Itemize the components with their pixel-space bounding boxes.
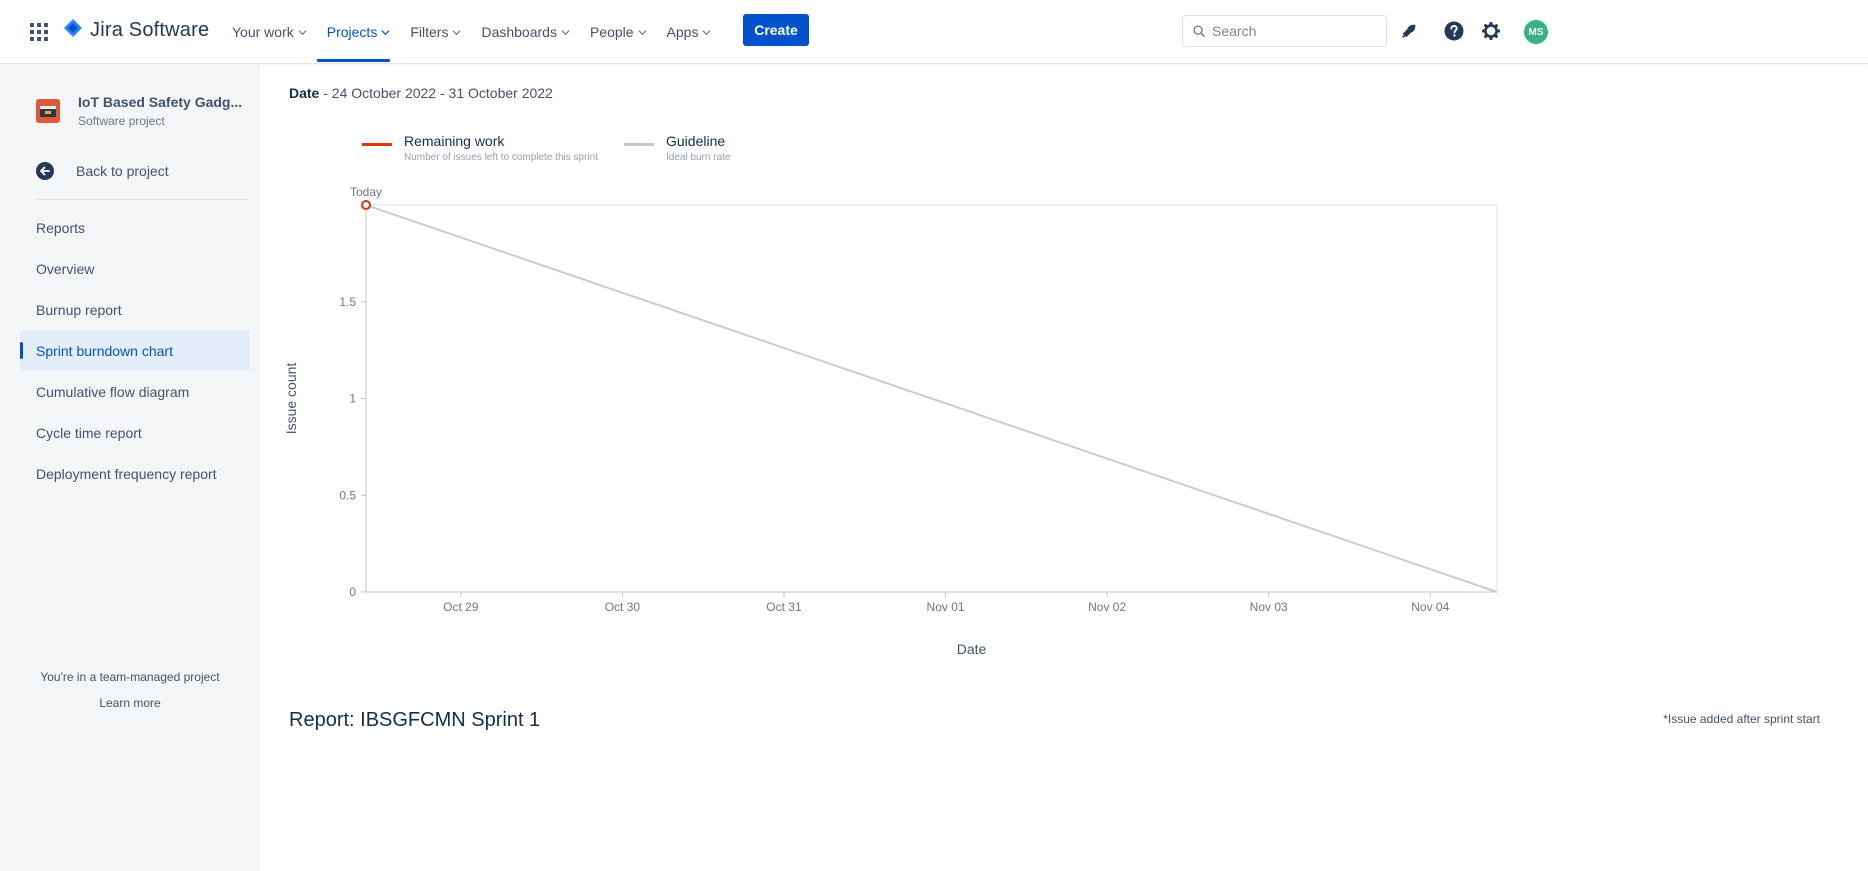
footnote: *Issue added after sprint start <box>1663 712 1820 726</box>
nav-label: Dashboards <box>481 24 557 40</box>
sprint-date-range: Date - 24 October 2022 - 31 October 2022 <box>289 85 553 101</box>
back-to-project-link[interactable]: Back to project <box>36 162 169 180</box>
x-tick-label: Oct 29 <box>443 600 479 614</box>
legend-swatch <box>624 143 654 146</box>
chevron-down-icon <box>381 29 390 35</box>
burndown-chart: 0 0.5 1 1.5 Oct 29 Oct 30 Oct 31 Nov 01 Nov 02 No… <box>280 180 1510 670</box>
date-label: Date <box>289 85 320 101</box>
report-title: Report: IBSGFCMN Sprint 1 <box>289 709 541 731</box>
sidebar-item-deployment-frequency-report[interactable]: Deployment frequency report <box>20 453 250 494</box>
chevron-down-icon <box>452 29 461 35</box>
sidebar-item-sprint-burndown-chart[interactable]: Sprint burndown chart <box>20 330 250 371</box>
nav-label: Projects <box>326 24 378 40</box>
today-marker-label: Today <box>350 185 382 199</box>
date-range-value: - 24 October 2022 - 31 October 2022 <box>319 85 553 101</box>
legend-description: Number of issues left to complete this s… <box>404 152 598 163</box>
x-axis-title: Date <box>957 641 987 657</box>
reports-section-title: Reports <box>36 220 86 236</box>
y-tick-label: 1 <box>349 392 356 406</box>
nav-people[interactable]: People <box>580 0 657 64</box>
y-tick-label: 0.5 <box>339 488 356 502</box>
legend-label: Guideline <box>666 133 726 149</box>
chevron-down-icon <box>561 29 570 35</box>
sidebar-item-label: Burnup report <box>36 301 122 318</box>
y-axis-title: Issue count <box>283 363 299 435</box>
help-icon[interactable] <box>1443 20 1465 42</box>
nav-apps[interactable]: Apps <box>657 0 722 64</box>
product-name: Jira Software <box>90 19 210 41</box>
sidebar-item-cycle-time-report[interactable]: Cycle time report <box>20 412 250 453</box>
nav-dashboards[interactable]: Dashboards <box>471 0 580 64</box>
jira-logo-icon <box>64 19 82 42</box>
burndown-chart-svg: 0 0.5 1 1.5 Oct 29 Oct 30 Oct 31 Nov 01 Nov 02 No… <box>283 185 1498 657</box>
sidebar-item-label: Sprint burndown chart <box>36 342 173 359</box>
sidebar: IoT Based Safety Gadg... Software projec… <box>0 64 260 871</box>
series-line-guideline <box>365 204 1498 593</box>
nav-projects[interactable]: Projects <box>316 0 401 64</box>
arrow-left-icon <box>36 162 54 180</box>
legend-remaining-work: Remaining work Number of issues left to … <box>362 133 598 163</box>
project-avatar-icon <box>36 99 60 123</box>
project-header[interactable]: IoT Based Safety Gadg... Software projec… <box>36 94 242 128</box>
legend-label: Remaining work <box>404 133 505 149</box>
nav-label: Filters <box>410 24 449 40</box>
y-tick-label: 0 <box>349 585 356 599</box>
chevron-down-icon <box>298 29 307 35</box>
project-type: Software project <box>78 114 165 128</box>
search-icon <box>1193 24 1206 37</box>
back-label: Back to project <box>76 163 169 179</box>
sidebar-item-label: Cycle time report <box>36 424 142 441</box>
main-menu: Your work Projects Filters Dashboards Pe… <box>232 0 721 64</box>
x-tick-label: Oct 30 <box>605 600 641 614</box>
learn-more-link[interactable]: Learn more <box>0 696 260 710</box>
app-switcher-icon[interactable] <box>30 23 48 41</box>
reports-nav: Overview Burnup report Sprint burndown c… <box>20 248 250 494</box>
legend-description: Ideal burn rate <box>666 152 731 163</box>
legend-swatch <box>362 143 392 146</box>
x-tick-label: Nov 04 <box>1411 600 1449 614</box>
sidebar-item-label: Overview <box>36 260 95 277</box>
avatar[interactable]: MS <box>1524 20 1548 44</box>
y-tick-label: 1.5 <box>339 295 356 309</box>
sidebar-item-overview[interactable]: Overview <box>20 248 250 289</box>
top-navigation: Jira Software Your work Projects Filters… <box>0 0 1868 64</box>
nav-filters[interactable]: Filters <box>400 0 471 64</box>
notifications-icon[interactable] <box>1398 20 1420 42</box>
sidebar-item-cumulative-flow-diagram[interactable]: Cumulative flow diagram <box>20 371 250 412</box>
x-tick-label: Nov 03 <box>1250 600 1288 614</box>
remaining-work-point <box>361 200 371 210</box>
nav-label: Apps <box>666 24 699 40</box>
jira-logo[interactable]: Jira Software <box>64 19 209 42</box>
project-name: IoT Based Safety Gadg... <box>78 94 243 110</box>
settings-icon[interactable] <box>1480 20 1502 42</box>
sidebar-divider <box>36 199 248 200</box>
x-tick-label: Oct 31 <box>766 600 802 614</box>
create-button[interactable]: Create <box>743 14 809 46</box>
chevron-down-icon <box>638 29 647 35</box>
legend-guideline: Guideline Ideal burn rate <box>624 133 731 163</box>
search-box[interactable] <box>1182 15 1387 47</box>
search-input[interactable] <box>1212 23 1372 39</box>
nav-your-work[interactable]: Your work <box>232 0 317 64</box>
nav-label: People <box>589 24 634 40</box>
x-tick-label: Nov 02 <box>1088 600 1126 614</box>
nav-label: Your work <box>232 24 294 40</box>
sidebar-item-label: Deployment frequency report <box>36 465 217 482</box>
sidebar-item-burnup-report[interactable]: Burnup report <box>20 289 250 330</box>
x-tick-label: Nov 01 <box>927 600 965 614</box>
chevron-down-icon <box>702 29 711 35</box>
sidebar-item-label: Cumulative flow diagram <box>36 383 190 400</box>
team-managed-note: You're in a team-managed project <box>40 670 220 684</box>
